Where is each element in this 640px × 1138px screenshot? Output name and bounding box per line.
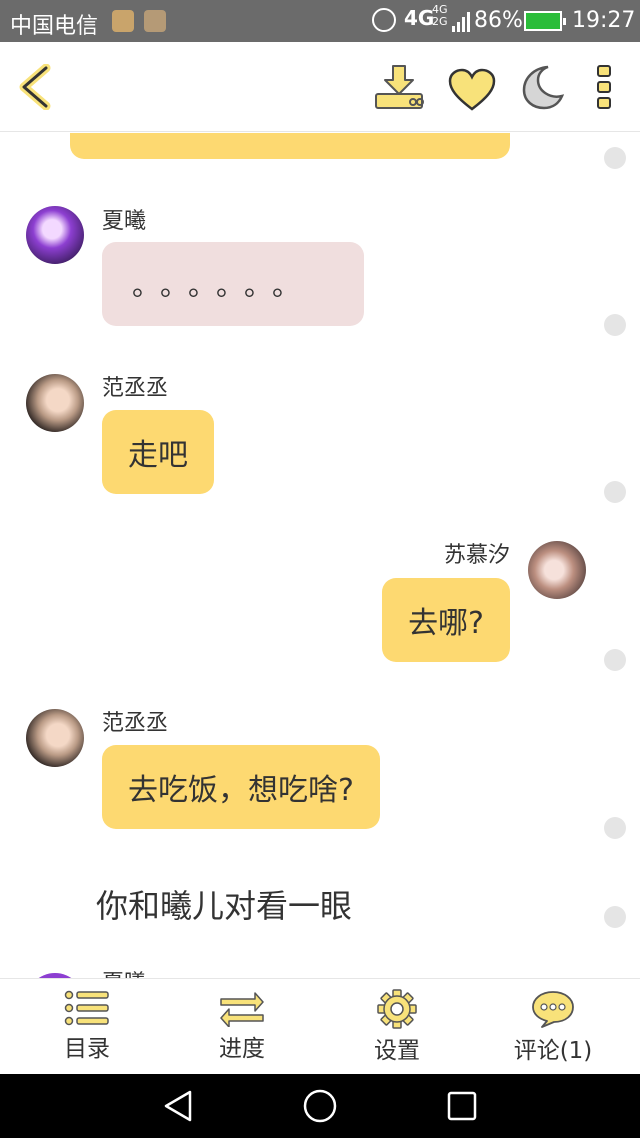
avatar[interactable] xyxy=(26,374,84,432)
scroll-marker xyxy=(604,147,626,169)
network-type: 4G xyxy=(404,6,435,30)
sender-name: 夏曦 xyxy=(102,965,146,978)
scroll-marker xyxy=(604,649,626,671)
nav-settings[interactable]: 设置 xyxy=(337,989,457,1065)
message-bubble: 去吃饭，想吃啥? xyxy=(102,745,380,829)
back-icon[interactable] xyxy=(16,64,52,110)
back-triangle-icon[interactable] xyxy=(160,1088,196,1124)
bottom-nav: 目录 进度 设置 评论(1) xyxy=(0,978,640,1074)
clock: 19:27 xyxy=(572,8,636,33)
signal-icon xyxy=(452,12,470,32)
narration-text: 你和曦儿对看一眼 xyxy=(96,887,353,925)
recents-square-icon[interactable] xyxy=(444,1088,480,1124)
scroll-marker xyxy=(604,906,626,928)
nav-comments[interactable]: 评论(1) xyxy=(493,989,613,1065)
scroll-marker xyxy=(604,817,626,839)
sender-name: 范丞丞 xyxy=(102,711,169,736)
sender-name: 苏慕汐 xyxy=(443,543,510,568)
sender-name: 夏曦 xyxy=(102,209,147,234)
scroll-marker xyxy=(604,481,626,503)
status-bar: 中国电信 4G 4G 2G 86% 19:27 xyxy=(0,0,640,42)
previous-message-bubble xyxy=(70,133,510,159)
battery-percent: 86% xyxy=(474,8,523,33)
moon-icon[interactable] xyxy=(520,64,564,110)
alarm-icon xyxy=(372,8,396,32)
top-toolbar xyxy=(0,42,640,132)
more-icon[interactable] xyxy=(594,64,614,110)
carrier-label: 中国电信 xyxy=(10,14,99,39)
nav-settings-label: 设置 xyxy=(374,1038,420,1064)
list-icon xyxy=(64,990,109,1026)
nav-progress[interactable]: 进度 xyxy=(182,989,302,1063)
gear-icon xyxy=(377,989,417,1029)
image-notification-icon xyxy=(144,10,166,32)
message-bubble: 。。。。。。 xyxy=(102,242,364,326)
message-bubble: 去哪? xyxy=(382,578,510,662)
nav-catalog-label: 目录 xyxy=(64,1036,110,1062)
nav-progress-label: 进度 xyxy=(219,1036,265,1062)
chat-area[interactable]: 夏曦 。。。。。。 范丞丞 走吧 苏慕汐 去哪? 范丞丞 去吃饭，想吃啥? 你和… xyxy=(0,133,640,978)
swap-arrows-icon xyxy=(220,992,264,1027)
message-bubble: 走吧 xyxy=(102,410,214,494)
scroll-marker xyxy=(604,314,626,336)
avatar[interactable] xyxy=(26,206,84,264)
comment-icon xyxy=(532,991,574,1028)
download-icon[interactable] xyxy=(374,64,426,112)
nav-comments-label: 评论(1) xyxy=(513,1038,593,1064)
avatar[interactable] xyxy=(26,709,84,767)
avatar[interactable] xyxy=(528,541,586,599)
heart-icon[interactable] xyxy=(448,68,496,112)
battery-charging-icon xyxy=(524,11,566,31)
system-nav-bar xyxy=(0,1074,640,1138)
nav-catalog[interactable]: 目录 xyxy=(27,989,147,1063)
network-secondary: 4G 2G xyxy=(432,3,448,28)
home-circle-icon[interactable] xyxy=(302,1088,338,1124)
sender-name: 范丞丞 xyxy=(102,376,169,401)
app-notification-icon xyxy=(112,10,134,32)
